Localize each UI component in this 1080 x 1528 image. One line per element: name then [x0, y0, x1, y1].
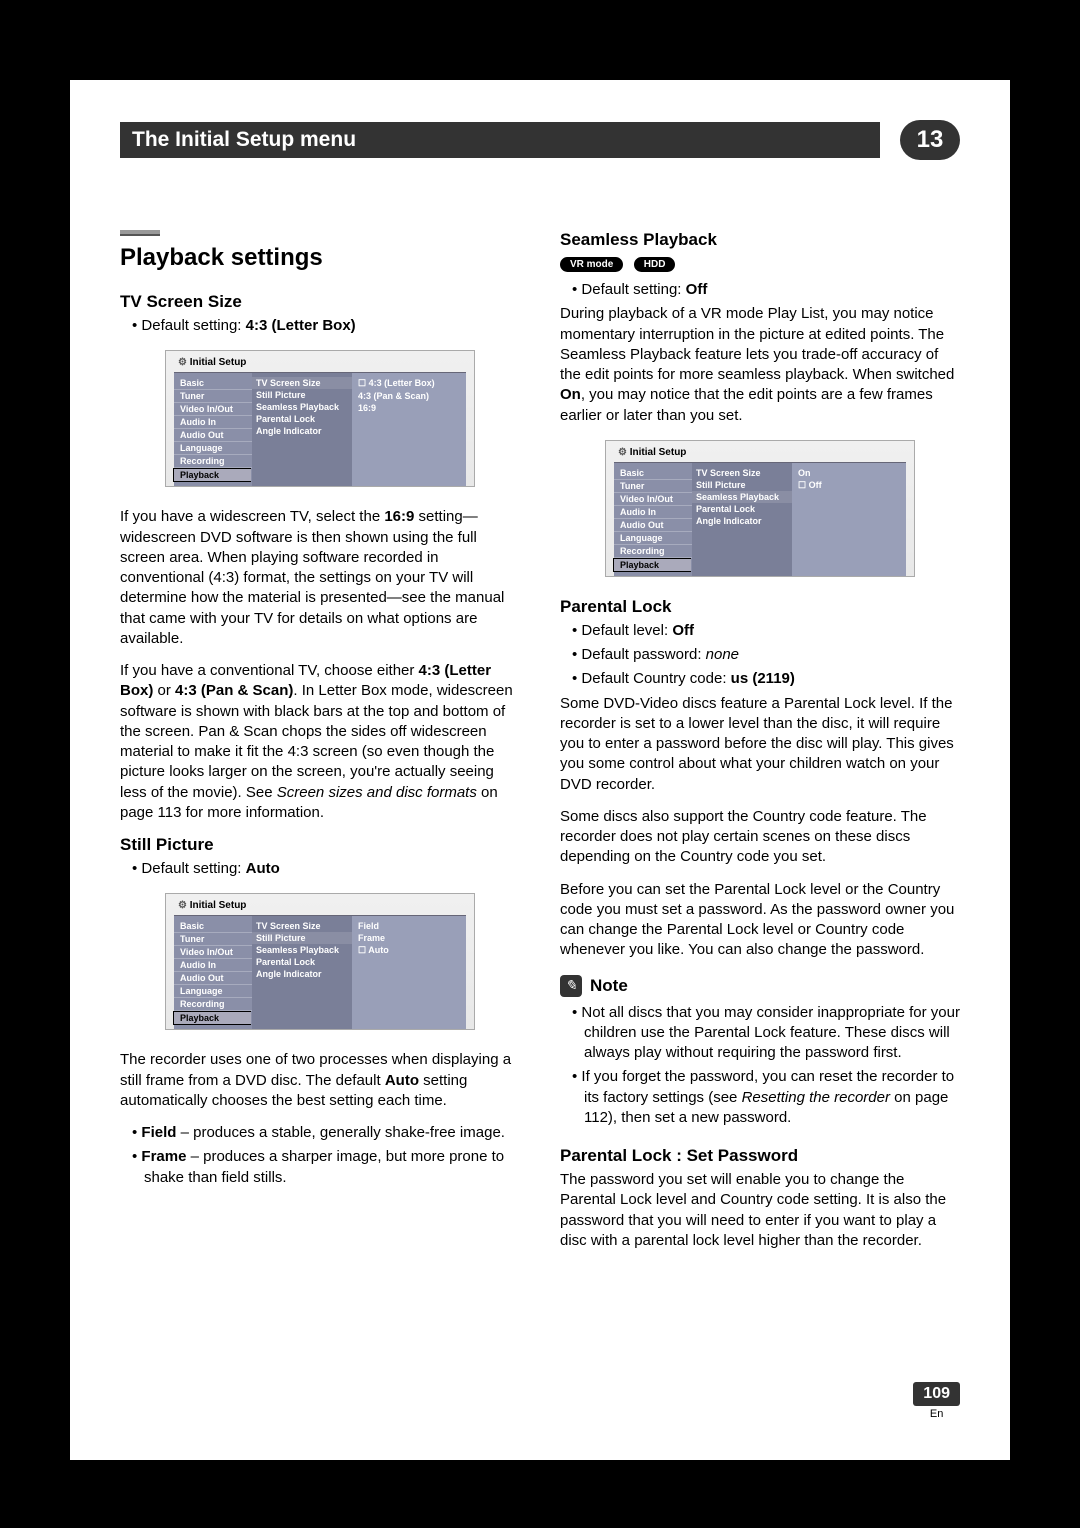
hdd-badge: HDD [634, 257, 676, 272]
menu-left-item: Basic [174, 920, 252, 933]
menu-left-item-selected: Playback [613, 558, 691, 572]
page-language: En [913, 1408, 960, 1420]
menu-left-item-selected: Playback [173, 1011, 251, 1025]
menu-mid-item: Seamless Playback [252, 401, 352, 413]
playback-settings-heading: Playback settings [120, 244, 520, 272]
seamless-menu-screenshot: Initial Setup Basic Tuner Video In/Out A… [605, 440, 915, 577]
seamless-default: Default setting: Off [560, 280, 960, 300]
menu-right-item: Frame [352, 932, 466, 944]
menu-mid-item: Parental Lock [252, 413, 352, 425]
menu-mid-item: TV Screen Size [252, 377, 352, 389]
menu-left-item: Video In/Out [174, 403, 252, 416]
still-bullet-frame: Frame – produces a sharper image, but mo… [120, 1147, 520, 1188]
note-icon: ✎ [560, 975, 582, 997]
page-footer: 109 En [913, 1382, 960, 1420]
menu-right-item: On [792, 467, 906, 479]
menu-right-item: 4:3 (Pan & Scan) [352, 390, 466, 402]
menu-left-item: Audio In [174, 416, 252, 429]
menu-title: Initial Setup [174, 357, 466, 368]
still-default: Default setting: Auto [120, 859, 520, 879]
note-bullet-2: If you forget the password, you can rese… [560, 1067, 960, 1128]
section-marker [120, 230, 160, 236]
left-column: Playback settings TV Screen Size Default… [120, 230, 520, 1263]
tvscreen-menu-screenshot: Initial Setup Basic Tuner Video In/Out A… [165, 350, 475, 487]
menu-left-item: Tuner [174, 390, 252, 403]
parental-default-password: Default password: none [560, 645, 960, 665]
still-bullet-field: Field – produces a stable, generally sha… [120, 1123, 520, 1143]
still-paragraph1: The recorder uses one of two processes w… [120, 1050, 520, 1111]
menu-title: Initial Setup [174, 900, 466, 911]
tv-screen-size-heading: TV Screen Size [120, 292, 520, 312]
menu-left-item: Basic [174, 377, 252, 390]
still-picture-heading: Still Picture [120, 835, 520, 855]
menu-left-item: Audio Out [174, 972, 252, 985]
menu-right-item: ☐ Off [792, 479, 906, 492]
menu-mid-item: Angle Indicator [692, 515, 792, 527]
note-heading: ✎ Note [560, 975, 960, 997]
menu-mid-item: Parental Lock [252, 956, 352, 968]
parental-lock-heading: Parental Lock [560, 597, 960, 617]
mode-badges: VR mode HDD [560, 254, 960, 280]
note-label: Note [590, 976, 628, 996]
menu-left-item: Basic [614, 467, 692, 480]
menu-right-item: 16:9 [352, 402, 466, 414]
menu-left-item: Language [174, 442, 252, 455]
menu-left-item: Tuner [614, 480, 692, 493]
menu-mid-item: Angle Indicator [252, 968, 352, 980]
chapter-header: The Initial Setup menu 13 [120, 120, 960, 160]
page-number-badge: 109 [913, 1382, 960, 1406]
tvscreen-paragraph2: If you have a conventional TV, choose ei… [120, 661, 520, 823]
set-password-paragraph: The password you set will enable you to … [560, 1170, 960, 1251]
menu-left-item: Tuner [174, 933, 252, 946]
seamless-playback-heading: Seamless Playback [560, 230, 960, 250]
tvscreen-default: Default setting: 4:3 (Letter Box) [120, 316, 520, 336]
menu-left-item: Audio Out [174, 429, 252, 442]
chapter-number-badge: 13 [900, 120, 960, 160]
parental-default-country: Default Country code: us (2119) [560, 669, 960, 689]
menu-left-item: Language [174, 985, 252, 998]
menu-right-item: Field [352, 920, 466, 932]
menu-left-item: Language [614, 532, 692, 545]
chapter-title: The Initial Setup menu [120, 122, 880, 158]
menu-left-item: Video In/Out [174, 946, 252, 959]
menu-mid-item: Still Picture [692, 479, 792, 491]
vrmode-badge: VR mode [560, 257, 623, 272]
menu-right-item: ☐ Auto [352, 944, 466, 957]
right-column: Seamless Playback VR mode HDD Default se… [560, 230, 960, 1263]
menu-left-item: Recording [174, 455, 252, 468]
parental-paragraph3: Before you can set the Parental Lock lev… [560, 880, 960, 961]
parental-default-level: Default level: Off [560, 621, 960, 641]
menu-left-item: Recording [174, 998, 252, 1011]
tvscreen-paragraph1: If you have a widescreen TV, select the … [120, 507, 520, 649]
menu-mid-item: Still Picture [252, 932, 352, 944]
menu-left-item: Audio In [174, 959, 252, 972]
menu-left-item: Audio In [614, 506, 692, 519]
set-password-heading: Parental Lock : Set Password [560, 1146, 960, 1166]
menu-right-item: ☐ 4:3 (Letter Box) [352, 377, 466, 390]
menu-mid-item: Parental Lock [692, 503, 792, 515]
menu-mid-item: Angle Indicator [252, 425, 352, 437]
menu-mid-item: Still Picture [252, 389, 352, 401]
menu-mid-item: TV Screen Size [252, 920, 352, 932]
note-bullet-1: Not all discs that you may consider inap… [560, 1003, 960, 1064]
menu-left-item-selected: Playback [173, 468, 251, 482]
parental-paragraph2: Some discs also support the Country code… [560, 807, 960, 868]
document-page: The Initial Setup menu 13 Playback setti… [70, 80, 1010, 1460]
parental-paragraph1: Some DVD-Video discs feature a Parental … [560, 694, 960, 795]
menu-mid-item: Seamless Playback [252, 944, 352, 956]
menu-mid-item: Seamless Playback [692, 491, 792, 503]
seamless-paragraph1: During playback of a VR mode Play List, … [560, 304, 960, 426]
menu-title: Initial Setup [614, 447, 906, 458]
menu-mid-item: TV Screen Size [692, 467, 792, 479]
menu-left-item: Video In/Out [614, 493, 692, 506]
menu-left-item: Audio Out [614, 519, 692, 532]
still-menu-screenshot: Initial Setup Basic Tuner Video In/Out A… [165, 893, 475, 1030]
menu-left-item: Recording [614, 545, 692, 558]
